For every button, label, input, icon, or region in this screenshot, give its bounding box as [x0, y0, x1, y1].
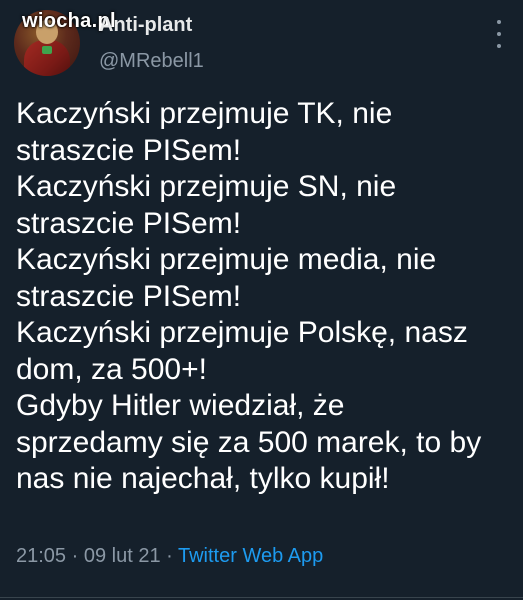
more-dot — [497, 44, 501, 48]
tweet-line: Kaczyński przejmuje SN, nie — [16, 170, 397, 203]
tweet-source-link[interactable]: Twitter Web App — [178, 545, 323, 567]
tweet-line: straszcie PISem! — [16, 206, 242, 240]
avatar-badge — [42, 46, 52, 54]
author-handle[interactable]: @MRebell1 — [99, 50, 204, 73]
tweet-line: straszcie PISem! — [16, 133, 242, 167]
author-display-name[interactable]: Anti-plant — [99, 14, 192, 37]
more-dot — [497, 20, 501, 24]
tweet-meta: 21:05 · 09 lut 21 · Twitter Web App — [16, 545, 323, 568]
tweet-line: Gdyby Hitler wiedział, że — [16, 389, 345, 422]
tweet-text: Kaczyński przejmuje TK, nie straszcie PI… — [16, 96, 511, 498]
tweet-line: dom, za 500+! — [16, 352, 207, 386]
more-vertical-icon[interactable] — [489, 20, 509, 48]
tweet-date[interactable]: 09 lut 21 — [84, 545, 161, 567]
tweet-line: nas nie najechał, tylko kupił! — [16, 462, 390, 495]
tweet-line: straszcie PISem! — [16, 279, 242, 313]
tweet-line: Kaczyński przejmuje TK, nie — [16, 97, 393, 130]
divider — [0, 597, 523, 598]
meta-separator: · — [66, 545, 84, 567]
tweet-line: Kaczyński przejmuje media, nie — [16, 243, 437, 276]
more-dot — [497, 32, 501, 36]
tweet-time[interactable]: 21:05 — [16, 545, 66, 567]
tweet-header: wiocha.pl Anti-plant @MRebell1 — [14, 10, 509, 78]
tweet-line: Kaczyński przejmuje Polskę, nasz — [16, 316, 468, 349]
tweet-line: sprzedamy się za 500 marek, to by — [16, 425, 482, 459]
tweet-card: wiocha.pl Anti-plant @MRebell1 Kaczyński… — [0, 0, 523, 600]
meta-separator: · — [160, 545, 178, 567]
